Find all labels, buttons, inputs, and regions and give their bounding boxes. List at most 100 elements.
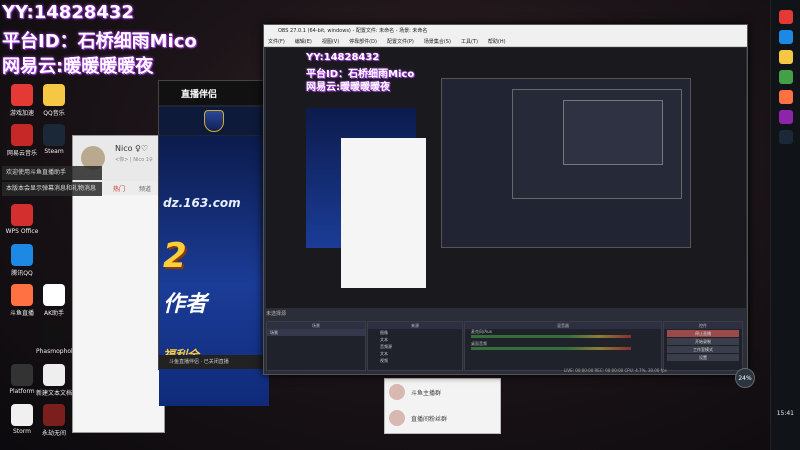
nested-preview [441, 78, 691, 248]
app-icon [43, 124, 65, 146]
volume-meter [471, 347, 631, 350]
controls-header: 控件 [664, 322, 742, 329]
taskbar [770, 0, 800, 450]
source-item[interactable]: 文本 [368, 350, 462, 357]
nested-preview-innermost [563, 100, 663, 165]
menu-help[interactable]: 帮助(H) [488, 38, 506, 45]
desktop-icon[interactable]: Storm [4, 404, 40, 435]
settings-button[interactable]: 设置 [667, 354, 739, 361]
live-window-title: 直播伴侣 [159, 81, 269, 105]
app-icon [11, 84, 33, 106]
shield-logo-icon [204, 110, 224, 132]
cpu-usage-badge: 24% [735, 368, 755, 388]
list-item[interactable]: 斗鱼主播群 [385, 379, 500, 405]
menu-edit[interactable]: 编辑(E) [295, 38, 312, 45]
scenes-header: 场景 [267, 322, 365, 329]
scene-item[interactable]: 场景 [267, 329, 365, 336]
desktop-icon-label: 腾讯QQ [11, 270, 33, 277]
stop-stream-button[interactable]: 停止直播 [667, 330, 739, 337]
desktop-icon-label: 永劫无间 [41, 430, 66, 437]
desktop-icon[interactable]: QQ音乐 [36, 84, 72, 117]
live-companion-window[interactable]: 直播伴侣 dz.163.com 2 作者 福利全 斗鱼直播伴侣 · 已关闭直播 [158, 80, 270, 406]
avatar [389, 410, 405, 426]
source-item[interactable]: 文本 [368, 336, 462, 343]
avatar [389, 384, 405, 400]
app-blue-icon[interactable] [778, 30, 793, 44]
live-banner [159, 107, 269, 135]
app-red-icon[interactable] [778, 10, 793, 24]
desktop-icon[interactable]: Phasmophobia [36, 324, 80, 355]
app-icon [43, 364, 65, 386]
group-list: 斗鱼主播群 直播间粉丝群 [384, 378, 501, 434]
app-icon [11, 284, 33, 306]
desktop-icon-label: Storm [12, 428, 32, 435]
obs-preview[interactable]: YY:14828432 平台ID：石桥细雨Mico 网易云:暖暖暖暖夜 [266, 48, 746, 308]
desktop-icon[interactable]: 游戏加速 [4, 84, 40, 117]
desktop-icon[interactable]: 腾讯QQ [4, 244, 40, 277]
menu-view[interactable]: 视图(V) [322, 38, 339, 45]
app-yellow-icon[interactable] [778, 50, 793, 64]
tab-hot[interactable]: 热门 [113, 184, 125, 193]
desktop-icon[interactable]: WPS Office [4, 204, 40, 235]
list-item[interactable]: 直播间粉丝群 [385, 405, 500, 431]
app-icon [11, 244, 33, 266]
group-name: 斗鱼主播群 [411, 389, 442, 397]
notification-toast: 欢迎使用斗鱼直播助手 [2, 166, 102, 180]
desktop-icon-label: 网易云音乐 [6, 150, 37, 157]
obs-title: OBS 27.0.1 (64-bit, windows) - 配置文件: 未命名… [278, 28, 428, 34]
system-clock: 15:41 [776, 410, 794, 417]
steam-icon[interactable] [778, 130, 793, 144]
nested-preview-inner [512, 89, 682, 199]
desktop-icon[interactable]: 永劫无间 [36, 404, 72, 437]
desktop-icon-label: Steam [44, 148, 64, 155]
obs-dock: 场景 场景 来源 图像 文本 音频源 文本 视频 混音器 麦克风/Aux 桌面音… [266, 321, 746, 371]
mixer-row[interactable]: 麦克风/Aux [465, 329, 661, 341]
source-item[interactable]: 图像 [368, 329, 462, 336]
menu-docks[interactable]: 停靠部件(D) [349, 38, 377, 45]
desktop-icon-label: WPS Office [5, 228, 39, 235]
mixer-panel: 混音器 麦克风/Aux 桌面音频 [464, 321, 662, 371]
nested-chat [341, 138, 426, 288]
desktop-icon[interactable]: Steam [36, 124, 72, 155]
menu-profile[interactable]: 配置文件(P) [387, 38, 414, 45]
app-purple-icon[interactable] [778, 110, 793, 124]
preview-overlay-netease: 网易云:暖暖暖暖夜 [306, 82, 390, 93]
app-icon [43, 404, 65, 426]
desktop-icon-label: AK助手 [43, 310, 65, 317]
group-name: 直播间粉丝群 [411, 415, 448, 423]
controls-panel: 控件 停止直播 开始录制 工作室模式 设置 [663, 321, 743, 371]
menu-file[interactable]: 文件(F) [268, 38, 285, 45]
tab-channel[interactable]: 频道 [139, 184, 151, 193]
preview-overlay-yy: YY:14828432 [306, 52, 380, 63]
mixer-row[interactable]: 桌面音频 [465, 341, 661, 353]
menu-scene-collection[interactable]: 场景集合(S) [424, 38, 451, 45]
app-orange-icon[interactable] [778, 90, 793, 104]
source-item[interactable]: 视频 [368, 357, 462, 364]
obs-window[interactable]: OBS 27.0.1 (64-bit, windows) - 配置文件: 未命名… [263, 24, 748, 375]
app-icon [11, 204, 33, 226]
desktop-icon[interactable]: AK助手 [36, 284, 72, 317]
no-source-selected: 未选择源 [266, 311, 287, 317]
desktop-icon[interactable]: Platform [4, 364, 40, 395]
desktop-icon[interactable]: 新建文本文档 [36, 364, 72, 397]
studio-mode-button[interactable]: 工作室模式 [667, 346, 739, 353]
mixer-header: 混音器 [465, 322, 661, 329]
desktop-icon[interactable]: 网易云音乐 [4, 124, 40, 157]
source-item[interactable]: 音频源 [368, 343, 462, 350]
ad-headline: 2 [163, 236, 187, 276]
desktop-icon[interactable]: 斗鱼直播 [4, 284, 40, 317]
menu-tools[interactable]: 工具(T) [461, 38, 478, 45]
app-icon [11, 404, 33, 426]
app-icon [11, 364, 33, 386]
desktop-icon-label: 斗鱼直播 [9, 310, 34, 317]
overlay-netease: 网易云:暖暖暖暖夜 [2, 56, 154, 77]
app-icon [43, 84, 65, 106]
notification-toast: 本版本会显示弹幕消息和礼物消息 [2, 182, 102, 196]
obs-menu-bar: 文件(F) 编辑(E) 视图(V) 停靠部件(D) 配置文件(P) 场景集合(S… [264, 37, 747, 47]
obs-status-bar: LIVE: 00:00:00 REC: 00:00:00 CPU: 4.7%, … [564, 368, 667, 373]
chat-contact-name: Nico ♀♡ [115, 144, 149, 153]
start-recording-button[interactable]: 开始录制 [667, 338, 739, 345]
app-green-icon[interactable] [778, 70, 793, 84]
app-icon [43, 284, 65, 306]
overlay-yy-id: YY:14828432 [2, 2, 134, 23]
